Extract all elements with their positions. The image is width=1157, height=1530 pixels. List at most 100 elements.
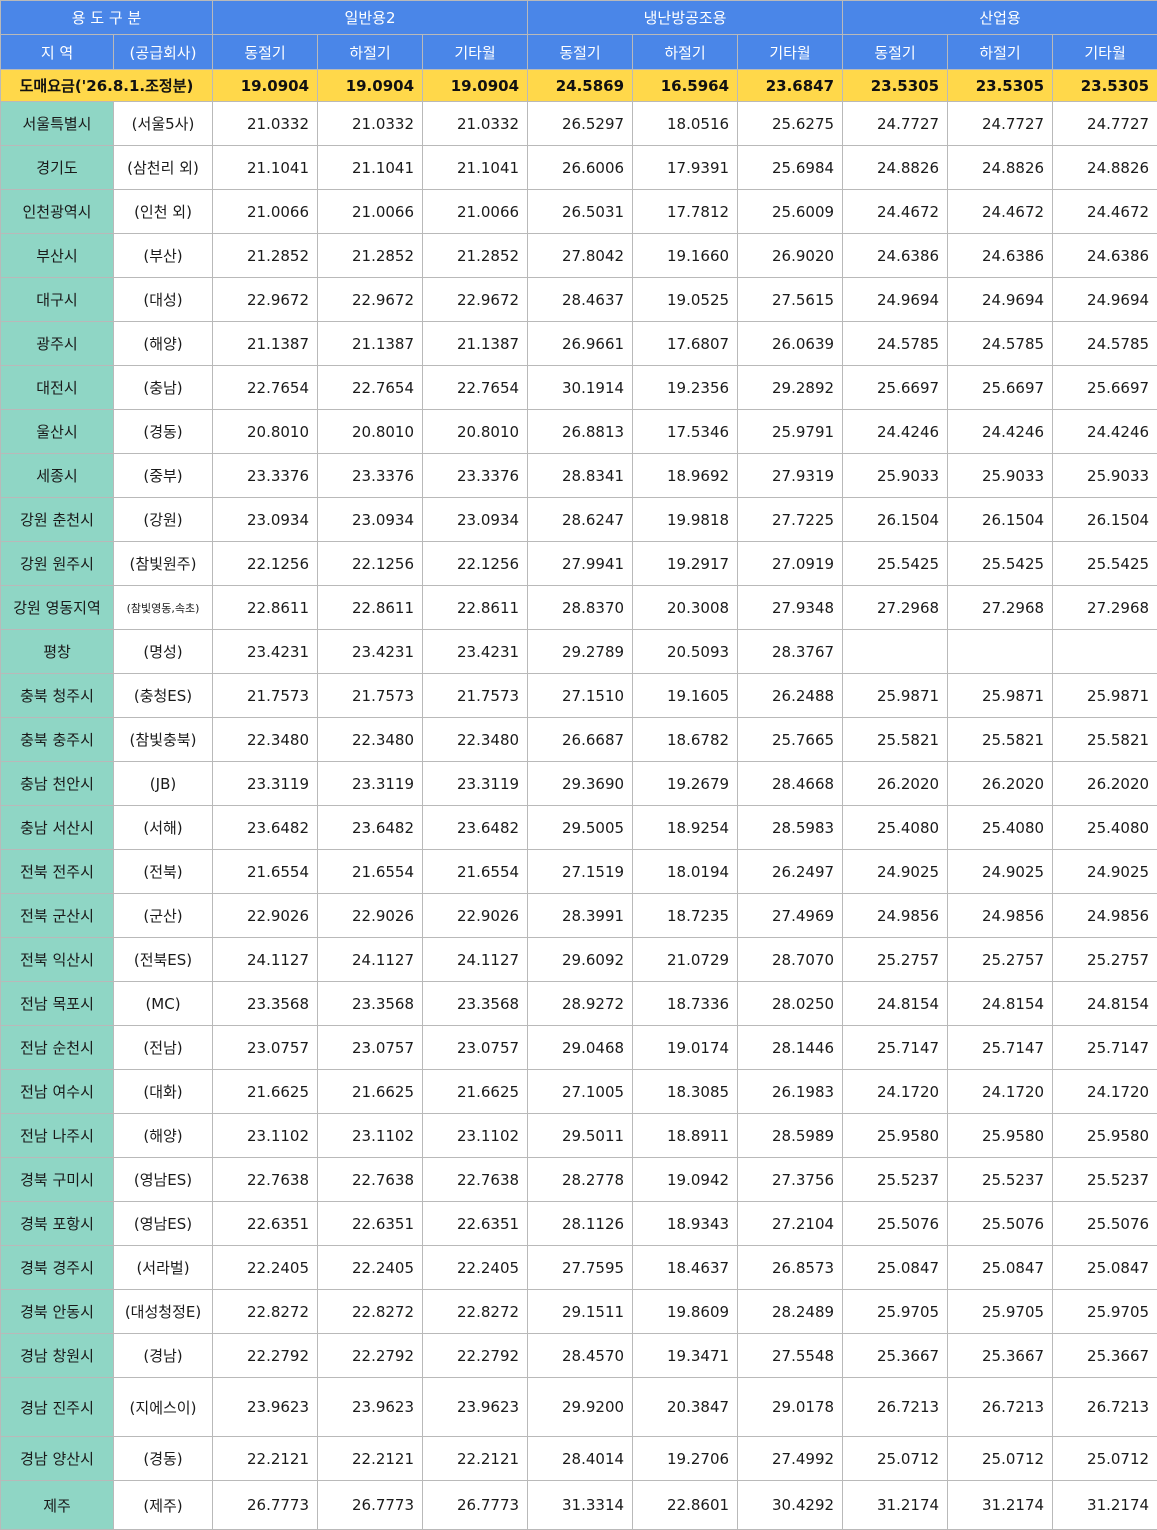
rate-cell: 28.4014 [528, 1437, 633, 1481]
table-row: 대전시(충남)22.765422.765422.765430.191419.23… [1, 366, 1157, 410]
rate-cell: 23.6482 [213, 806, 318, 850]
rate-cell: 23.3376 [423, 454, 528, 498]
region-cell: 서울특별시 [1, 102, 114, 146]
company-cell: (MC) [114, 982, 213, 1026]
table-row: 경남 진주시(지에스이)23.962323.962323.962329.9200… [1, 1378, 1157, 1437]
table-row: 광주시(해양)21.138721.138721.138726.966117.68… [1, 322, 1157, 366]
rate-cell: 24.1127 [213, 938, 318, 982]
rate-cell: 25.4080 [843, 806, 948, 850]
rate-cell: 27.2968 [948, 586, 1053, 630]
rate-cell: 19.0525 [633, 278, 738, 322]
rate-cell: 22.3480 [423, 718, 528, 762]
table-row: 경북 구미시(영남ES)22.763822.763822.763828.2778… [1, 1158, 1157, 1202]
table-row: 전남 여수시(대화)21.662521.662521.662527.100518… [1, 1070, 1157, 1114]
company-cell: (부산) [114, 234, 213, 278]
rate-cell: 29.6092 [528, 938, 633, 982]
rate-cell: 17.7812 [633, 190, 738, 234]
rate-cell: 22.7654 [423, 366, 528, 410]
rate-cell: 24.8826 [843, 146, 948, 190]
table-row: 울산시(경동)20.801020.801020.801026.881317.53… [1, 410, 1157, 454]
rate-cell: 28.3767 [738, 630, 843, 674]
rate-cell: 25.3667 [843, 1334, 948, 1378]
region-cell: 경기도 [1, 146, 114, 190]
region-cell: 대전시 [1, 366, 114, 410]
rate-cell: 22.6351 [213, 1202, 318, 1246]
company-cell: (제주) [114, 1481, 213, 1530]
table-row: 경남 양산시(경동)22.212122.212122.212128.401419… [1, 1437, 1157, 1481]
rate-cell: 22.8611 [318, 586, 423, 630]
rate-cell: 18.7336 [633, 982, 738, 1026]
rate-cell: 27.9348 [738, 586, 843, 630]
rate-cell: 27.0919 [738, 542, 843, 586]
rate-cell: 21.6554 [423, 850, 528, 894]
rate-cell: 29.5011 [528, 1114, 633, 1158]
season-header-summer: 하절기 [318, 35, 423, 70]
region-cell: 경남 창원시 [1, 1334, 114, 1378]
rate-cell: 28.8370 [528, 586, 633, 630]
table-row: 강원 춘천시(강원)23.093423.093423.093428.624719… [1, 498, 1157, 542]
rate-cell: 27.8042 [528, 234, 633, 278]
rate-cell: 26.7773 [423, 1481, 528, 1530]
rate-cell: 22.2121 [213, 1437, 318, 1481]
rate-cell: 19.3471 [633, 1334, 738, 1378]
table-row: 경기도(삼천리 외)21.104121.104121.104126.600617… [1, 146, 1157, 190]
rate-cell: 27.1519 [528, 850, 633, 894]
rate-cell: 25.2757 [843, 938, 948, 982]
rate-cell: 21.0066 [423, 190, 528, 234]
rate-cell: 18.0516 [633, 102, 738, 146]
rate-cell: 24.5785 [843, 322, 948, 366]
rate-cell: 25.9791 [738, 410, 843, 454]
rate-cell: 28.2489 [738, 1290, 843, 1334]
rate-cell: 19.0174 [633, 1026, 738, 1070]
rate-cell: 25.6697 [1053, 366, 1157, 410]
rate-cell: 23.3376 [213, 454, 318, 498]
rate-cell: 23.6482 [423, 806, 528, 850]
rate-cell: 25.2757 [948, 938, 1053, 982]
rate-cell: 23.6482 [318, 806, 423, 850]
season-header-other: 기타월 [738, 35, 843, 70]
rate-cell: 26.2020 [1053, 762, 1157, 806]
rate-cell: 20.8010 [318, 410, 423, 454]
rate-cell: 22.2405 [213, 1246, 318, 1290]
table-row: 강원 원주시(참빛원주)22.125622.125622.125627.9941… [1, 542, 1157, 586]
company-cell: (전남) [114, 1026, 213, 1070]
rate-cell: 25.5237 [843, 1158, 948, 1202]
rate-cell: 23.0934 [213, 498, 318, 542]
rate-cell: 21.6625 [213, 1070, 318, 1114]
rate-cell: 21.1041 [318, 146, 423, 190]
season-header-winter: 동절기 [213, 35, 318, 70]
rate-cell: 22.9672 [318, 278, 423, 322]
rate-cell: 24.6386 [948, 234, 1053, 278]
rate-cell: 18.0194 [633, 850, 738, 894]
rate-cell: 24.1720 [1053, 1070, 1157, 1114]
rate-cell: 26.7773 [213, 1481, 318, 1530]
region-cell: 전남 여수시 [1, 1070, 114, 1114]
company-cell: (대화) [114, 1070, 213, 1114]
rate-cell: 21.2852 [318, 234, 423, 278]
rate-cell [1053, 630, 1157, 674]
rate-cell: 23.9623 [423, 1378, 528, 1437]
rate-cell: 21.7573 [213, 674, 318, 718]
region-cell: 강원 원주시 [1, 542, 114, 586]
company-cell: (JB) [114, 762, 213, 806]
rate-cell: 21.2852 [423, 234, 528, 278]
rate-cell: 25.7147 [1053, 1026, 1157, 1070]
season-header-summer: 하절기 [948, 35, 1053, 70]
rate-cell: 23.9623 [213, 1378, 318, 1437]
rate-cell: 22.1256 [213, 542, 318, 586]
rate-cell: 25.5076 [1053, 1202, 1157, 1246]
rate-cell: 25.9871 [843, 674, 948, 718]
rate-cell: 21.0332 [423, 102, 528, 146]
region-cell: 전남 순천시 [1, 1026, 114, 1070]
rate-cell: 25.9033 [1053, 454, 1157, 498]
season-header-summer: 하절기 [633, 35, 738, 70]
table-row: 인천광역시(인천 외)21.006621.006621.006626.50311… [1, 190, 1157, 234]
rate-cell: 26.2020 [843, 762, 948, 806]
rate-cell: 27.1005 [528, 1070, 633, 1114]
rate-cell: 24.4672 [948, 190, 1053, 234]
rate-cell: 26.7213 [948, 1378, 1053, 1437]
region-cell: 전남 목포시 [1, 982, 114, 1026]
company-header: (공급회사) [114, 35, 213, 70]
rate-cell: 23.0934 [318, 498, 423, 542]
rate-cell: 22.8611 [213, 586, 318, 630]
